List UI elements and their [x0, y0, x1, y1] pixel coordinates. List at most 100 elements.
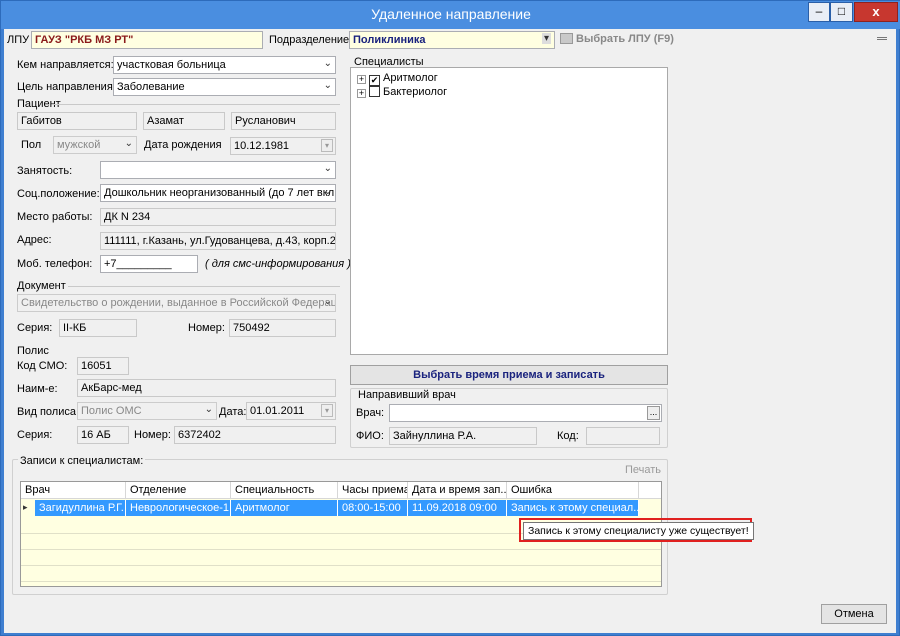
expand-icon[interactable]: + — [357, 75, 366, 84]
cell-specialty[interactable]: Аритмолог — [231, 500, 338, 516]
column-header-filler — [639, 482, 661, 499]
specialist-item-bacteriologist[interactable]: + Бактериолог — [357, 86, 447, 98]
sender-value: участковая больница — [117, 59, 226, 71]
grid-line — [21, 565, 661, 566]
close-button[interactable]: x — [854, 2, 898, 22]
doc-series-field[interactable]: II-КБ — [59, 319, 137, 337]
smo-name-label: Наим-е: — [17, 383, 58, 395]
choose-time-button[interactable]: Выбрать время приема и записать — [350, 365, 668, 385]
cell-error[interactable]: Запись к этому специал... — [507, 500, 639, 516]
cell-hours[interactable]: 08:00-15:00 — [338, 500, 408, 516]
lpu-field[interactable]: ГАУЗ "РКБ МЗ РТ" — [31, 31, 263, 49]
specialist-label: Бактериолог — [383, 86, 448, 98]
specialist-label: Аритмолог — [383, 72, 438, 84]
fio-field[interactable]: Зайнуллина Р.А. — [389, 427, 537, 445]
employment-label: Занятость: — [17, 165, 73, 177]
grid-line — [21, 549, 661, 550]
purpose-value: Заболевание — [117, 81, 185, 93]
doctor-field[interactable] — [389, 404, 662, 422]
patient-divider — [54, 104, 340, 105]
column-header-error[interactable]: Ошибка — [507, 482, 639, 499]
last-name-field[interactable]: Габитов — [17, 112, 137, 130]
cell-department[interactable]: Неврологическое-1 — [126, 500, 231, 516]
chevron-down-icon: ⌄ — [323, 58, 332, 69]
social-value: Дошкольник неорганизованный (до 7 лет вк… — [104, 187, 336, 199]
phone-field[interactable]: +7_________ — [100, 255, 198, 273]
minimize-button[interactable]: – — [808, 2, 830, 22]
checkbox-icon[interactable] — [369, 86, 380, 97]
sex-combo[interactable]: мужской ⌄ — [53, 136, 137, 154]
department-value: Поликлиника — [353, 34, 426, 46]
smo-code-label: Код СМО: — [17, 360, 68, 372]
birth-date-value: 10.12.1981 — [234, 140, 290, 152]
phone-label: Моб. телефон: — [17, 258, 93, 270]
middle-name-field[interactable]: Русланович — [231, 112, 336, 130]
specialists-tree[interactable]: + ✔ Аритмолог + Бактериолог — [350, 67, 668, 355]
document-combo[interactable]: Свидетельство о рождении, выданное в Рос… — [17, 294, 336, 312]
smo-name-field[interactable]: АкБарс-мед — [77, 379, 336, 397]
column-header-specialty[interactable]: Специальность — [231, 482, 338, 499]
policy-type-combo[interactable]: Полис ОМС ⌄ — [77, 402, 217, 420]
smo-code-field[interactable]: 16051 — [77, 357, 129, 375]
address-field[interactable]: 111111, г.Казань, ул.Гудованцева, д.43, … — [100, 232, 336, 250]
choose-lpu-button[interactable]: Выбрать ЛПУ (F9) — [560, 33, 674, 45]
document-group-title: Документ — [17, 280, 66, 292]
cancel-button[interactable]: Отмена — [821, 604, 887, 624]
doc-number-field[interactable]: 750492 — [229, 319, 336, 337]
policy-type-label: Вид полиса: — [17, 406, 80, 418]
first-name-field[interactable]: Азамат — [143, 112, 225, 130]
error-tooltip: Запись к этому специалисту уже существуе… — [523, 522, 754, 540]
collapse-icon[interactable] — [877, 37, 887, 40]
dialog-window: Удаленное направление – □ x ЛПУ ГАУЗ "РК… — [0, 0, 900, 636]
address-label: Адрес: — [17, 234, 52, 246]
policy-series-field[interactable]: 16 АБ — [77, 426, 129, 444]
social-combo[interactable]: Дошкольник неорганизованный (до 7 лет вк… — [100, 184, 336, 202]
policy-group-title: Полис — [17, 345, 49, 357]
sender-label: Кем направляется: — [17, 59, 114, 71]
policy-series-label: Серия: — [17, 429, 53, 441]
sender-combo[interactable]: участковая больница ⌄ — [113, 56, 336, 74]
expand-icon[interactable]: + — [357, 89, 366, 98]
specialist-item-arrhythmologist[interactable]: + ✔ Аритмолог — [357, 72, 438, 86]
chevron-down-icon: ⌄ — [323, 163, 332, 174]
policy-date-field[interactable]: 01.01.2011 ▾ — [246, 402, 336, 420]
department-label: Подразделение — [269, 34, 350, 46]
cell-datetime[interactable]: 11.09.2018 09:00 — [408, 500, 507, 516]
department-combo[interactable]: Поликлиника ▾ — [349, 31, 555, 49]
social-label: Соц.положение: — [17, 188, 100, 200]
code-field[interactable] — [586, 427, 660, 445]
policy-number-field[interactable]: 6372402 — [174, 426, 336, 444]
policy-date-value: 01.01.2011 — [250, 405, 305, 417]
sex-label: Пол — [21, 139, 42, 151]
birth-label: Дата рождения — [144, 139, 222, 151]
choose-lpu-label: Выбрать ЛПУ (F9) — [576, 33, 674, 45]
column-header-hours[interactable]: Часы приема — [338, 482, 408, 499]
birth-date-field[interactable]: 10.12.1981 ▾ — [230, 137, 336, 155]
policy-type-value: Полис ОМС — [81, 405, 142, 417]
chevron-down-icon: ⌄ — [124, 138, 133, 149]
column-header-doctor[interactable]: Врач — [21, 482, 126, 499]
browse-doctor-button[interactable]: ... — [647, 406, 660, 420]
building-icon — [560, 33, 573, 44]
workplace-field[interactable]: ДК N 234 — [100, 208, 336, 226]
employment-combo[interactable]: ⌄ — [100, 161, 336, 179]
document-divider — [68, 286, 340, 287]
title-bar[interactable]: Удаленное направление – □ x — [1, 1, 900, 29]
records-title: Записи к специалистам: — [18, 455, 146, 467]
checkbox-checked-icon[interactable]: ✔ — [369, 75, 380, 86]
phone-hint: ( для смс-информирования ) — [205, 258, 351, 270]
maximize-button[interactable]: □ — [830, 2, 853, 22]
calendar-dropdown-icon[interactable]: ▾ — [321, 404, 333, 417]
workplace-label: Место работы: — [17, 211, 93, 223]
dialog-client: ЛПУ ГАУЗ "РКБ МЗ РТ" Подразделение Полик… — [4, 29, 896, 633]
print-button[interactable]: Печать — [625, 464, 661, 476]
calendar-dropdown-icon[interactable]: ▾ — [321, 139, 333, 152]
column-header-department[interactable]: Отделение — [126, 482, 231, 499]
doc-number-label: Номер: — [188, 322, 225, 334]
column-header-datetime[interactable]: Дата и время зап... — [408, 482, 507, 499]
cell-doctor[interactable]: Загидуллина Р.Г. — [35, 500, 126, 516]
chevron-down-icon: ⌄ — [323, 186, 332, 197]
sex-value: мужской — [57, 139, 101, 151]
chevron-down-icon: ⌄ — [323, 80, 332, 91]
purpose-combo[interactable]: Заболевание ⌄ — [113, 78, 336, 96]
